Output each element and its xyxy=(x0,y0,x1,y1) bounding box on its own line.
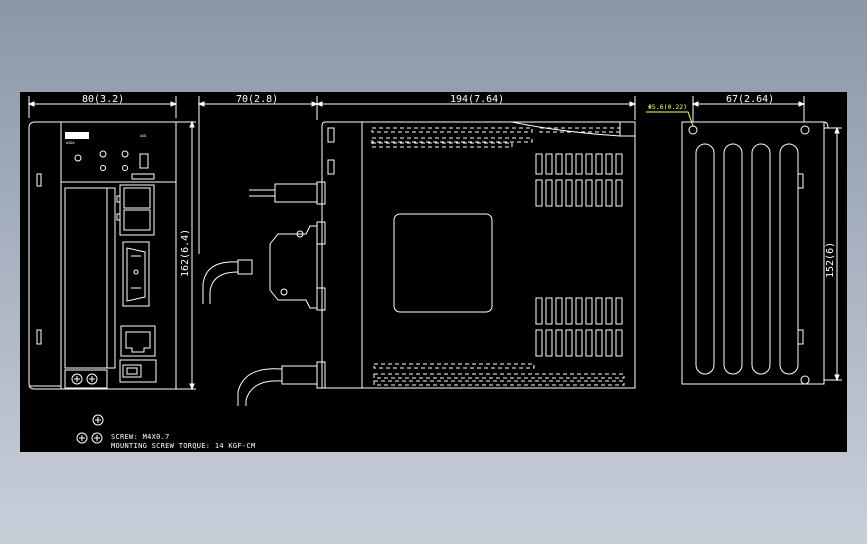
side-view: 70(2.8) 194(7.64) xyxy=(197,94,637,406)
rear-view: Φ5.6(0.22) 67(2.64) 152(6) xyxy=(646,94,842,385)
db-cable-connector xyxy=(202,221,326,311)
dim-rear-height: 152(6) xyxy=(825,242,836,278)
rear-ventilation-slots xyxy=(695,143,799,375)
cad-drawing-viewport[interactable]: 80(3.2) ASDA ASD 162(6.4) SCREW: M4X0.7 … xyxy=(20,92,847,452)
front-view: 80(3.2) ASDA ASD 162(6.4) SCREW: M4X0.7 … xyxy=(27,94,255,450)
dim-side-depth: 194(7.64) xyxy=(450,94,504,105)
dim-front-width: 80(3.2) xyxy=(82,94,124,105)
top-vents xyxy=(371,127,621,148)
dim-connector-depth: 70(2.8) xyxy=(236,94,278,105)
upper-cable-connector xyxy=(249,181,326,205)
note-screw: SCREW: M4X0.7 xyxy=(111,433,170,441)
svg-text:ASDA: ASDA xyxy=(66,141,75,145)
upper-vent-slots xyxy=(535,153,623,207)
dim-hole-diameter: Φ5.6(0.22) xyxy=(648,103,687,111)
dim-rear-width: 67(2.64) xyxy=(726,94,774,105)
note-torque: MOUNTING SCREW TORQUE: 14 KGF-CM xyxy=(111,442,255,450)
lower-cable-connector xyxy=(237,361,326,406)
servo-drive-outline-drawing: 80(3.2) ASDA ASD 162(6.4) SCREW: M4X0.7 … xyxy=(27,94,842,450)
svg-text:ASD: ASD xyxy=(140,134,146,138)
lower-vent-slots xyxy=(373,297,625,386)
dim-front-height: 162(6.4) xyxy=(180,229,191,277)
